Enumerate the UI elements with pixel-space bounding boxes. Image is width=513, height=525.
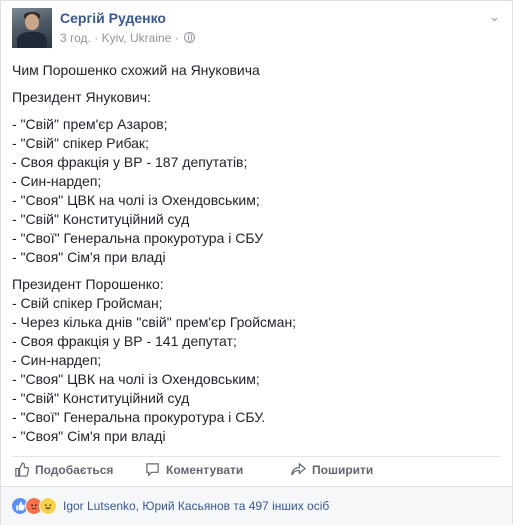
list-item: - "Свій" спікер Рибак; [12, 135, 149, 151]
list-item: - "Своя" Сім'я при владі [12, 249, 166, 265]
like-label: Подобається [35, 462, 114, 477]
post-time[interactable]: 3 год. [60, 31, 91, 45]
list-item: - "Свій" Конституційний суд [12, 211, 190, 227]
list-item: - "Своя" ЦВК на чолі із Охендовським; [12, 192, 260, 208]
share-button[interactable]: Поширити [291, 462, 373, 477]
post-title: Чим Порошенко схожий на Януковича [12, 62, 260, 78]
section2-heading: Президент Порошенко: [12, 276, 164, 292]
author-name[interactable]: Сергій Руденко [60, 10, 166, 26]
globe-icon[interactable] [184, 32, 196, 44]
post-options-chevron-icon[interactable]: ⌄ [489, 9, 500, 25]
meta-separator-2: · [174, 30, 179, 45]
reactions-summary[interactable]: Igor Lutsenko, Юрий Касьянов та 497 інши… [63, 499, 329, 513]
list-item: - Син-нардеп; [12, 173, 102, 189]
list-item: - "Свій" Конституційний суд [12, 390, 190, 406]
post-meta: 3 год. · Kyiv, Ukraine · [60, 30, 196, 45]
comment-button[interactable]: Коментувати [145, 462, 243, 477]
post-location[interactable]: Kyiv, Ukraine [102, 31, 172, 45]
reaction-icons[interactable] [11, 497, 57, 515]
list-item: - Свій спікер Гройсман; [12, 295, 163, 311]
list-item: - Своя фракція у ВР - 141 депутат; [12, 333, 237, 349]
comment-bubble-icon [146, 463, 159, 477]
section1-heading: Президент Янукович: [12, 89, 151, 105]
list-item: - Через кілька днів "свій" прем'єр Гройс… [12, 314, 297, 330]
post-card: Сергій Руденко 3 год. · Kyiv, Ukraine · … [0, 0, 513, 525]
share-label: Поширити [312, 462, 374, 477]
comment-label: Коментувати [166, 462, 244, 477]
section1-list: - "Свій" прем'єр Азаров; - "Свій" спікер… [12, 115, 502, 267]
list-item: - Син-нардеп; [12, 352, 102, 368]
list-item: - Своя фракція у ВР - 187 депутатів; [12, 154, 248, 170]
avatar-body [17, 32, 47, 48]
like-button[interactable]: Подобається [14, 462, 113, 477]
section2-list: Президент Порошенко: - Свій спікер Гройс… [12, 275, 502, 446]
meta-separator: · [94, 30, 99, 45]
post-body: Чим Порошенко схожий на Януковича Презид… [12, 61, 502, 446]
list-item: - "Свої" Генеральна прокуротура і СБУ [12, 230, 264, 246]
reactions-bar: Igor Lutsenko, Юрий Касьянов та 497 інши… [1, 486, 512, 525]
list-item: - "Свої" Генеральна прокуротура і СБУ. [12, 409, 266, 425]
thumbs-up-icon [15, 462, 29, 477]
haha-reaction-icon [39, 497, 57, 515]
action-bar: Подобається Коментувати Поширити [12, 456, 501, 487]
list-item: - "Своя" Сім'я при владі [12, 428, 166, 444]
list-item: - "Своя" ЦВК на чолі із Охендовським; [12, 371, 260, 387]
share-arrow-icon [291, 462, 306, 476]
avatar-head [25, 14, 39, 30]
list-item: - "Свій" прем'єр Азаров; [12, 116, 168, 132]
author-avatar[interactable] [12, 8, 52, 48]
